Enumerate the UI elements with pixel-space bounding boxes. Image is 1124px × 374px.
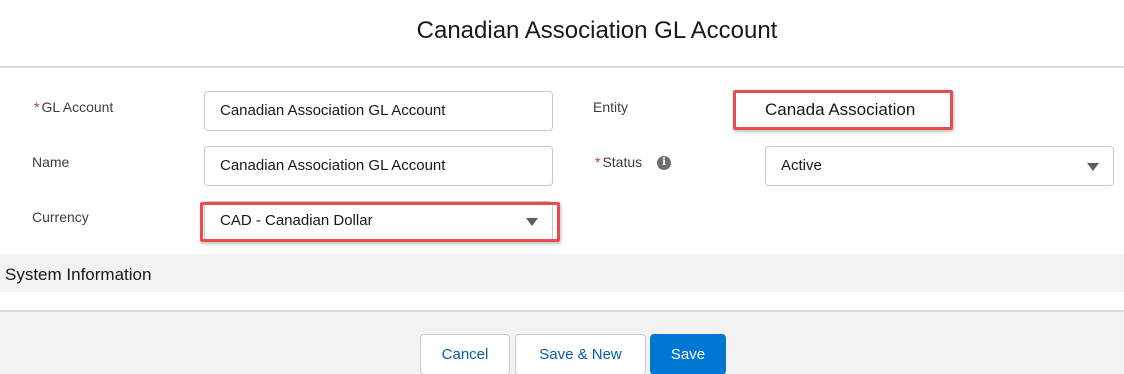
gl-account-label: * GL Account <box>34 99 114 115</box>
required-marker: * <box>34 99 40 115</box>
required-marker: * <box>595 154 601 170</box>
save-and-new-button[interactable]: Save & New <box>515 334 646 374</box>
name-input[interactable]: Canadian Association GL Account <box>204 146 553 186</box>
currency-highlight-box <box>200 202 560 242</box>
save-button[interactable]: Save <box>650 334 726 374</box>
section-title: System Information <box>5 265 152 284</box>
name-label: Name <box>32 154 70 170</box>
entity-label: Entity <box>593 99 629 115</box>
cancel-button[interactable]: Cancel <box>420 334 510 374</box>
status-label: * Status <box>595 154 643 170</box>
modal-footer: Cancel Save & New Save <box>0 310 1124 374</box>
status-select[interactable]: Active <box>765 146 1114 186</box>
modal-title: Canadian Association GL Account <box>416 17 778 44</box>
currency-label: Currency <box>32 209 89 225</box>
entity-highlight-box <box>733 90 953 130</box>
status-value: Active <box>781 157 822 174</box>
system-information-section[interactable]: System Information <box>0 254 1124 292</box>
info-icon[interactable]: i <box>657 156 671 170</box>
modal-header: Canadian Association GL Account <box>0 0 1124 68</box>
chevron-down-icon <box>1087 163 1099 171</box>
gl-account-input[interactable]: Canadian Association GL Account <box>204 91 553 131</box>
